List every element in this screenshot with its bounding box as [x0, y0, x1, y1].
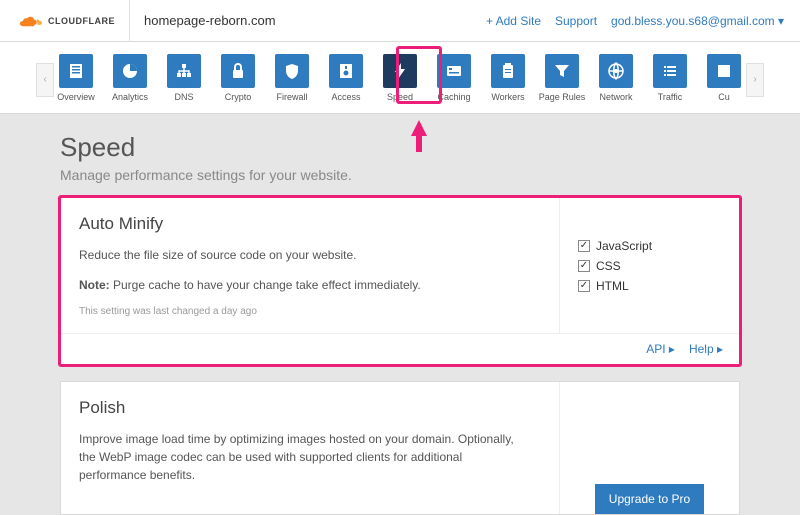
cu-icon: [707, 54, 741, 88]
access-icon: [329, 54, 363, 88]
checkbox-html[interactable]: ✓HTML: [578, 279, 721, 293]
nav-label: Crypto: [225, 92, 252, 102]
top-header: CLOUDFLARE homepage-reborn.com + Add Sit…: [0, 0, 800, 42]
workers-icon: [491, 54, 525, 88]
nav-item-crypto[interactable]: Crypto: [216, 54, 260, 102]
checkbox-javascript[interactable]: ✓JavaScript: [578, 239, 721, 253]
nav-item-overview[interactable]: Overview: [54, 54, 98, 102]
upgrade-button[interactable]: Upgrade to Pro: [595, 484, 704, 514]
api-link[interactable]: API ▸: [646, 342, 675, 356]
check-icon: ✓: [578, 280, 590, 292]
nav-label: Caching: [437, 92, 470, 102]
nav-item-firewall[interactable]: Firewall: [270, 54, 314, 102]
nav-item-access[interactable]: Access: [324, 54, 368, 102]
overview-icon: [59, 54, 93, 88]
nav-item-dns[interactable]: DNS: [162, 54, 206, 102]
network-icon: [599, 54, 633, 88]
nav-label: Workers: [491, 92, 524, 102]
speed-icon: [383, 54, 417, 88]
check-icon: ✓: [578, 240, 590, 252]
checkbox-css[interactable]: ✓CSS: [578, 259, 721, 273]
card-title: Polish: [79, 398, 541, 418]
nav-item-caching[interactable]: Caching: [432, 54, 476, 102]
brand-name: CLOUDFLARE: [48, 16, 115, 26]
nav-label: Page Rules: [539, 92, 586, 102]
nav-next-button[interactable]: ›: [746, 63, 764, 97]
site-name[interactable]: homepage-reborn.com: [130, 13, 276, 28]
nav-label: Network: [599, 92, 632, 102]
user-menu[interactable]: god.bless.you.s68@gmail.com ▾: [611, 14, 784, 28]
nav-item-traffic[interactable]: Traffic: [648, 54, 692, 102]
nav-item-page-rules[interactable]: Page Rules: [540, 54, 584, 102]
caching-icon: [437, 54, 471, 88]
auto-minify-card: Auto Minify Reduce the file size of sour…: [60, 197, 740, 365]
tutorial-arrow-icon: [411, 120, 427, 136]
nav-label: DNS: [174, 92, 193, 102]
card-meta: This setting was last changed a day ago: [79, 306, 541, 317]
nav-label: Analytics: [112, 92, 148, 102]
nav-item-speed[interactable]: Speed: [378, 54, 422, 102]
card-title: Auto Minify: [79, 214, 541, 234]
nav-item-cu[interactable]: Cu: [702, 54, 746, 102]
polish-card: Polish Improve image load time by optimi…: [60, 381, 740, 515]
page-title: Speed: [60, 132, 740, 163]
crypto-icon: [221, 54, 255, 88]
nav-item-workers[interactable]: Workers: [486, 54, 530, 102]
dns-icon: [167, 54, 201, 88]
nav-label: Speed: [387, 92, 413, 102]
traffic-icon: [653, 54, 687, 88]
add-site-link[interactable]: + Add Site: [486, 14, 541, 28]
nav-label: Cu: [718, 92, 730, 102]
support-link[interactable]: Support: [555, 14, 597, 28]
nav-prev-button[interactable]: ‹: [36, 63, 54, 97]
nav-label: Overview: [57, 92, 95, 102]
card-note: Note: Purge cache to have your change ta…: [79, 278, 541, 292]
nav-label: Access: [331, 92, 360, 102]
nav-label: Firewall: [276, 92, 307, 102]
help-link[interactable]: Help ▸: [689, 342, 723, 356]
caret-down-icon: ▾: [778, 14, 784, 28]
nav-label: Traffic: [658, 92, 683, 102]
card-description: Improve image load time by optimizing im…: [79, 430, 519, 484]
firewall-icon: [275, 54, 309, 88]
nav-item-network[interactable]: Network: [594, 54, 638, 102]
card-description: Reduce the file size of source code on y…: [79, 246, 541, 264]
page-subtitle: Manage performance settings for your web…: [60, 167, 740, 183]
page-rules-icon: [545, 54, 579, 88]
brand-logo[interactable]: CLOUDFLARE: [16, 0, 130, 42]
nav-item-analytics[interactable]: Analytics: [108, 54, 152, 102]
cloudflare-icon: [16, 12, 42, 30]
analytics-icon: [113, 54, 147, 88]
check-icon: ✓: [578, 260, 590, 272]
nav-strip: ‹ Overview Analytics DNS Crypto Firewall Acce…: [0, 42, 800, 114]
